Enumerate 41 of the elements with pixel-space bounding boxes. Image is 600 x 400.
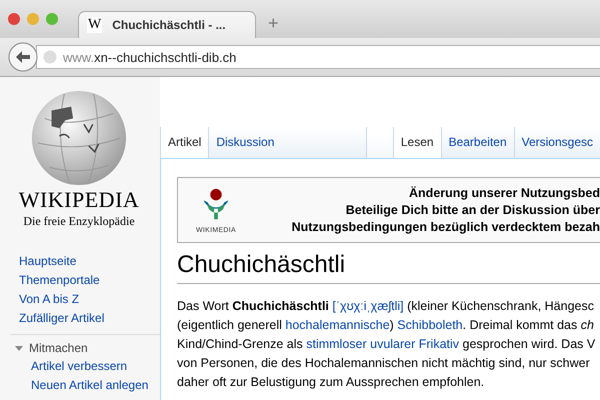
wikipedia-tagline: Die freie Enzyklopädie	[23, 214, 135, 229]
sidebar-link[interactable]: Zufälliger Artikel	[19, 310, 160, 326]
address-bar[interactable]: www.xn--chuchichschtli-dib.ch	[36, 45, 600, 69]
browser-tab[interactable]: W Chuchichäschtli - ...	[78, 11, 256, 38]
page-tab[interactable]: Lesen	[392, 127, 441, 158]
notice-text: Nutzungsbedingungen bezüglich verdecktem bezah	[292, 218, 600, 236]
article-link[interactable]: stimmloser uvularer Frikativ	[306, 336, 460, 351]
article-text: )	[390, 318, 395, 332]
notice-text: Beteilige Dich bitte an der Diskussion über	[346, 202, 600, 218]
article-text: ch	[580, 318, 594, 332]
article-text: Das Wort	[177, 298, 230, 313]
page-tab[interactable]: Versionsgesc	[514, 127, 600, 158]
page-tab[interactable]: Bearbeiten	[440, 127, 514, 158]
sidebar-link[interactable]: Themenportale	[19, 272, 160, 288]
wikipedia-wordmark: WIKIPEDIA	[18, 189, 140, 211]
section-toggle[interactable]: Mitmachen	[10, 341, 88, 355]
page-tab[interactable]: Diskussion	[208, 127, 368, 158]
article-text: daher oft zur Belustigung zum Aussprechen empfohlen.	[177, 374, 484, 389]
sidebar-link[interactable]: Hauptseite	[19, 253, 160, 269]
article-link[interactable]: [ˈχʊχːiˌχæʃtli]	[332, 298, 404, 313]
article-text: (eigentlich generell	[177, 318, 283, 332]
article-text: gesprochen wird. Das V	[462, 336, 596, 351]
article-text: Chuchichäschtli	[232, 298, 330, 313]
article-text: Kind/Chind-Grenze als	[177, 336, 304, 351]
favicon: W	[87, 17, 102, 33]
article-title: Chuchichäschtli	[177, 251, 600, 284]
page-tab[interactable]: Artikel	[160, 127, 208, 158]
globe-icon	[43, 50, 57, 64]
back-button[interactable]	[8, 42, 38, 72]
article-link[interactable]: hochalemannische	[285, 318, 390, 332]
article-text: (kleiner Küchenschrank, Hängesc	[406, 298, 594, 313]
sidebar-link[interactable]: Artikel verbessern	[10, 358, 160, 374]
zoom-window-icon[interactable]	[46, 13, 58, 25]
close-window-icon[interactable]	[8, 13, 20, 25]
sidebar-link[interactable]: Von A bis Z	[19, 291, 160, 307]
tab-title: Chuchichäschtli - ...	[112, 18, 226, 32]
sidebar-link[interactable]: Neuen Artikel anlegen	[10, 377, 160, 393]
article-text: . Dreimal kommt das	[462, 318, 578, 332]
article-link[interactable]: Schibboleth	[397, 318, 463, 332]
notice-text: Änderung unserer Nutzungsbed	[409, 184, 600, 202]
article-text: von Personen, die des Hochalemannischen nicht mächtig sind, nur schwer	[177, 356, 590, 370]
